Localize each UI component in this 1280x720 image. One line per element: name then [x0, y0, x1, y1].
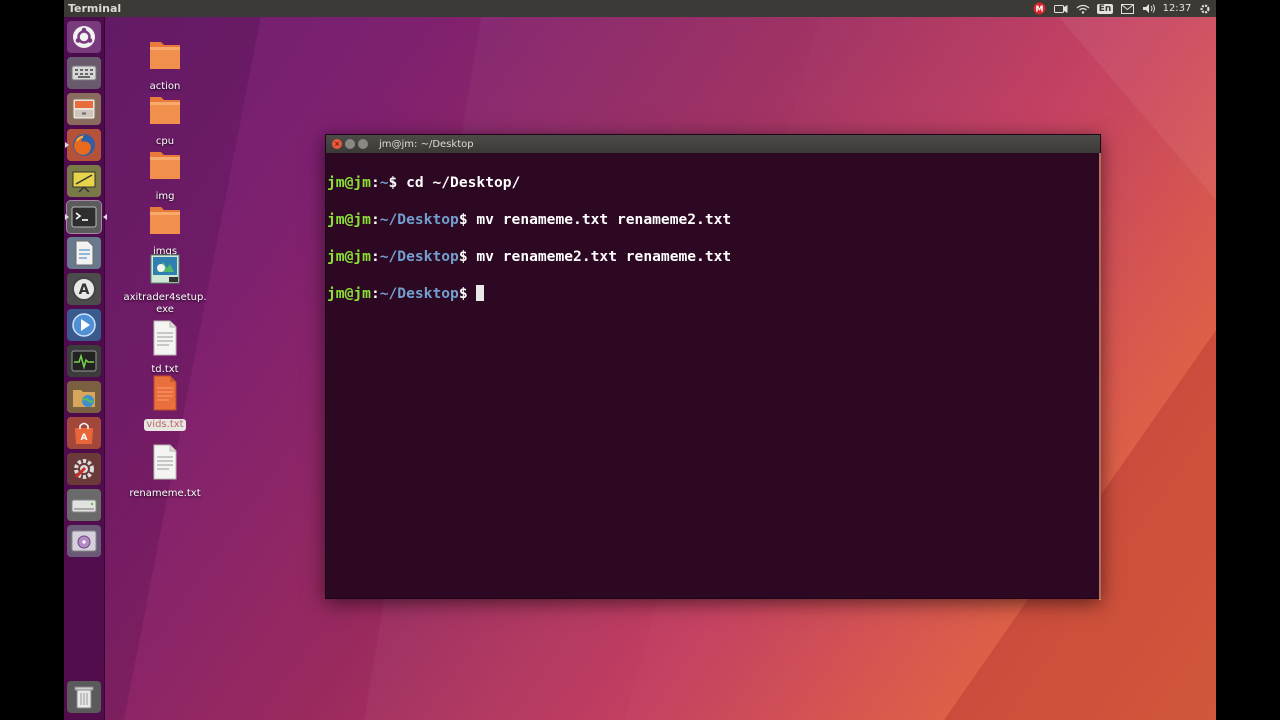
terminal-titlebar[interactable]: × jm@jm: ~/Desktop [326, 135, 1100, 153]
launcher-item-system-settings[interactable] [67, 453, 101, 485]
wifi-icon[interactable] [1072, 0, 1094, 17]
folder-icon [147, 146, 183, 184]
terminal-title: jm@jm: ~/Desktop [379, 138, 474, 150]
indicator-badge-icon[interactable]: M [1028, 0, 1050, 17]
disc-icon [71, 530, 97, 552]
folder-icon [147, 91, 183, 129]
trash-icon [74, 686, 94, 709]
svg-text:A: A [81, 433, 88, 443]
launcher-item-files[interactable] [67, 93, 101, 125]
window-minimize-button[interactable] [345, 139, 355, 149]
command-text: cd ~/Desktop/ [397, 173, 521, 191]
document-icon [75, 240, 94, 266]
terminal-icon [71, 206, 97, 228]
keyboard-icon [71, 65, 97, 81]
launcher-item-trash[interactable] [67, 681, 101, 713]
terminal-cursor [476, 284, 485, 301]
launcher-item-text-editor[interactable] [67, 237, 101, 269]
desktop-icon-td-txt[interactable]: td.txt [120, 319, 210, 376]
camera-icon[interactable] [1050, 0, 1072, 17]
session-gear-icon[interactable] [1194, 0, 1216, 17]
prompt-user: jm@jm [327, 210, 371, 228]
keyboard-layout-label: En [1096, 3, 1114, 14]
folder-globe-icon [73, 390, 95, 407]
top-panel: Terminal M En 12:37 [64, 0, 1216, 17]
indicator-badge-letter: M [1035, 5, 1043, 14]
terminal-output[interactable]: jm@jm:~$ cd ~/Desktop/ jm@jm:~/Desktop$ … [326, 153, 1100, 342]
desktop-icon-action[interactable]: action [120, 36, 210, 93]
window-edge-highlight [1099, 153, 1101, 600]
launcher-item-presentation[interactable] [67, 165, 101, 197]
shopping-bag-icon: A [75, 422, 93, 444]
prompt-path: ~/Desktop [379, 210, 459, 228]
launcher-item-media-player[interactable] [67, 309, 101, 341]
desktop-icon-cpu[interactable]: cpu [120, 91, 210, 148]
prompt-user: jm@jm [327, 247, 371, 265]
desktop-icon-renameme-txt[interactable]: renameme.txt [120, 443, 210, 500]
launcher-item-drive[interactable] [67, 489, 101, 521]
folder-icon [147, 201, 183, 239]
command-text: mv renameme2.txt renameme.txt [467, 247, 732, 265]
prompt-path: ~/Desktop [379, 284, 459, 302]
drive-icon [71, 499, 97, 513]
easel-icon [72, 171, 96, 193]
launcher-item-system-monitor[interactable] [67, 345, 101, 377]
file-cabinet-icon [72, 98, 96, 120]
active-app-title: Terminal [68, 2, 122, 15]
prompt-user: jm@jm [327, 284, 371, 302]
desktop-icon-vids-txt[interactable]: vids.txt [120, 374, 210, 431]
window-maximize-button[interactable] [358, 139, 368, 149]
text-file-icon [147, 374, 183, 412]
prompt-path: ~ [379, 173, 389, 191]
launcher-item-software-updater[interactable]: A [67, 273, 101, 305]
keyboard-layout-indicator[interactable]: En [1094, 0, 1116, 17]
terminal-line: jm@jm:~/Desktop$ [327, 284, 1099, 304]
command-text: mv renameme.txt renameme2.txt [467, 210, 732, 228]
terminal-window[interactable]: × jm@jm: ~/Desktop jm@jm:~$ cd ~/Desktop… [325, 134, 1101, 600]
prompt-user: jm@jm [327, 173, 371, 191]
volume-icon[interactable] [1138, 0, 1160, 17]
gear-wrench-icon [74, 459, 94, 479]
folder-icon [147, 36, 183, 74]
launcher-item-firefox[interactable] [65, 129, 101, 161]
terminal-line: jm@jm:~$ cd ~/Desktop/ [327, 173, 521, 191]
mail-icon[interactable] [1116, 0, 1138, 17]
firefox-icon [73, 134, 95, 156]
ubuntu-logo-icon [73, 26, 95, 48]
running-indicator [65, 142, 69, 148]
launcher-item-terminal[interactable] [65, 200, 107, 234]
desktop-icon-label: axitrader4setup. exe [123, 292, 207, 315]
text-file-icon [147, 443, 183, 481]
desktop-icon-axitrader[interactable]: axitrader4setup. exe [120, 252, 210, 316]
launcher-item-keyboard[interactable] [67, 57, 101, 89]
text-file-icon [147, 319, 183, 357]
focused-indicator [103, 214, 107, 220]
installer-exe-icon [147, 252, 183, 290]
system-tray: M En 12:37 [1028, 0, 1216, 17]
launcher: A A [64, 17, 107, 720]
clock[interactable]: 12:37 [1160, 0, 1194, 17]
svg-text:A: A [79, 282, 90, 298]
desktop-icon-label: vids.txt [144, 419, 186, 431]
launcher-item-dash[interactable] [67, 21, 101, 53]
prompt-path: ~/Desktop [379, 247, 459, 265]
desktop-icon-label: renameme.txt [129, 488, 201, 499]
monitor-icon [71, 350, 97, 372]
desktop-screen: Terminal M En 12:37 action cpu img imgs … [64, 0, 1216, 720]
terminal-line: jm@jm:~/Desktop$ mv renameme.txt renamem… [327, 210, 732, 228]
software-updater-icon: A [72, 277, 96, 301]
launcher-item-file-browser[interactable] [67, 381, 101, 413]
launcher-item-disc[interactable] [67, 525, 101, 557]
play-icon [72, 313, 96, 337]
launcher-item-software-center[interactable]: A [67, 417, 101, 449]
terminal-line: jm@jm:~/Desktop$ mv renameme2.txt rename… [327, 247, 732, 265]
running-indicator [65, 214, 69, 220]
desktop-icon-imgs[interactable]: imgs [120, 201, 210, 258]
window-close-button[interactable]: × [332, 139, 342, 149]
desktop-icon-img[interactable]: img [120, 146, 210, 203]
